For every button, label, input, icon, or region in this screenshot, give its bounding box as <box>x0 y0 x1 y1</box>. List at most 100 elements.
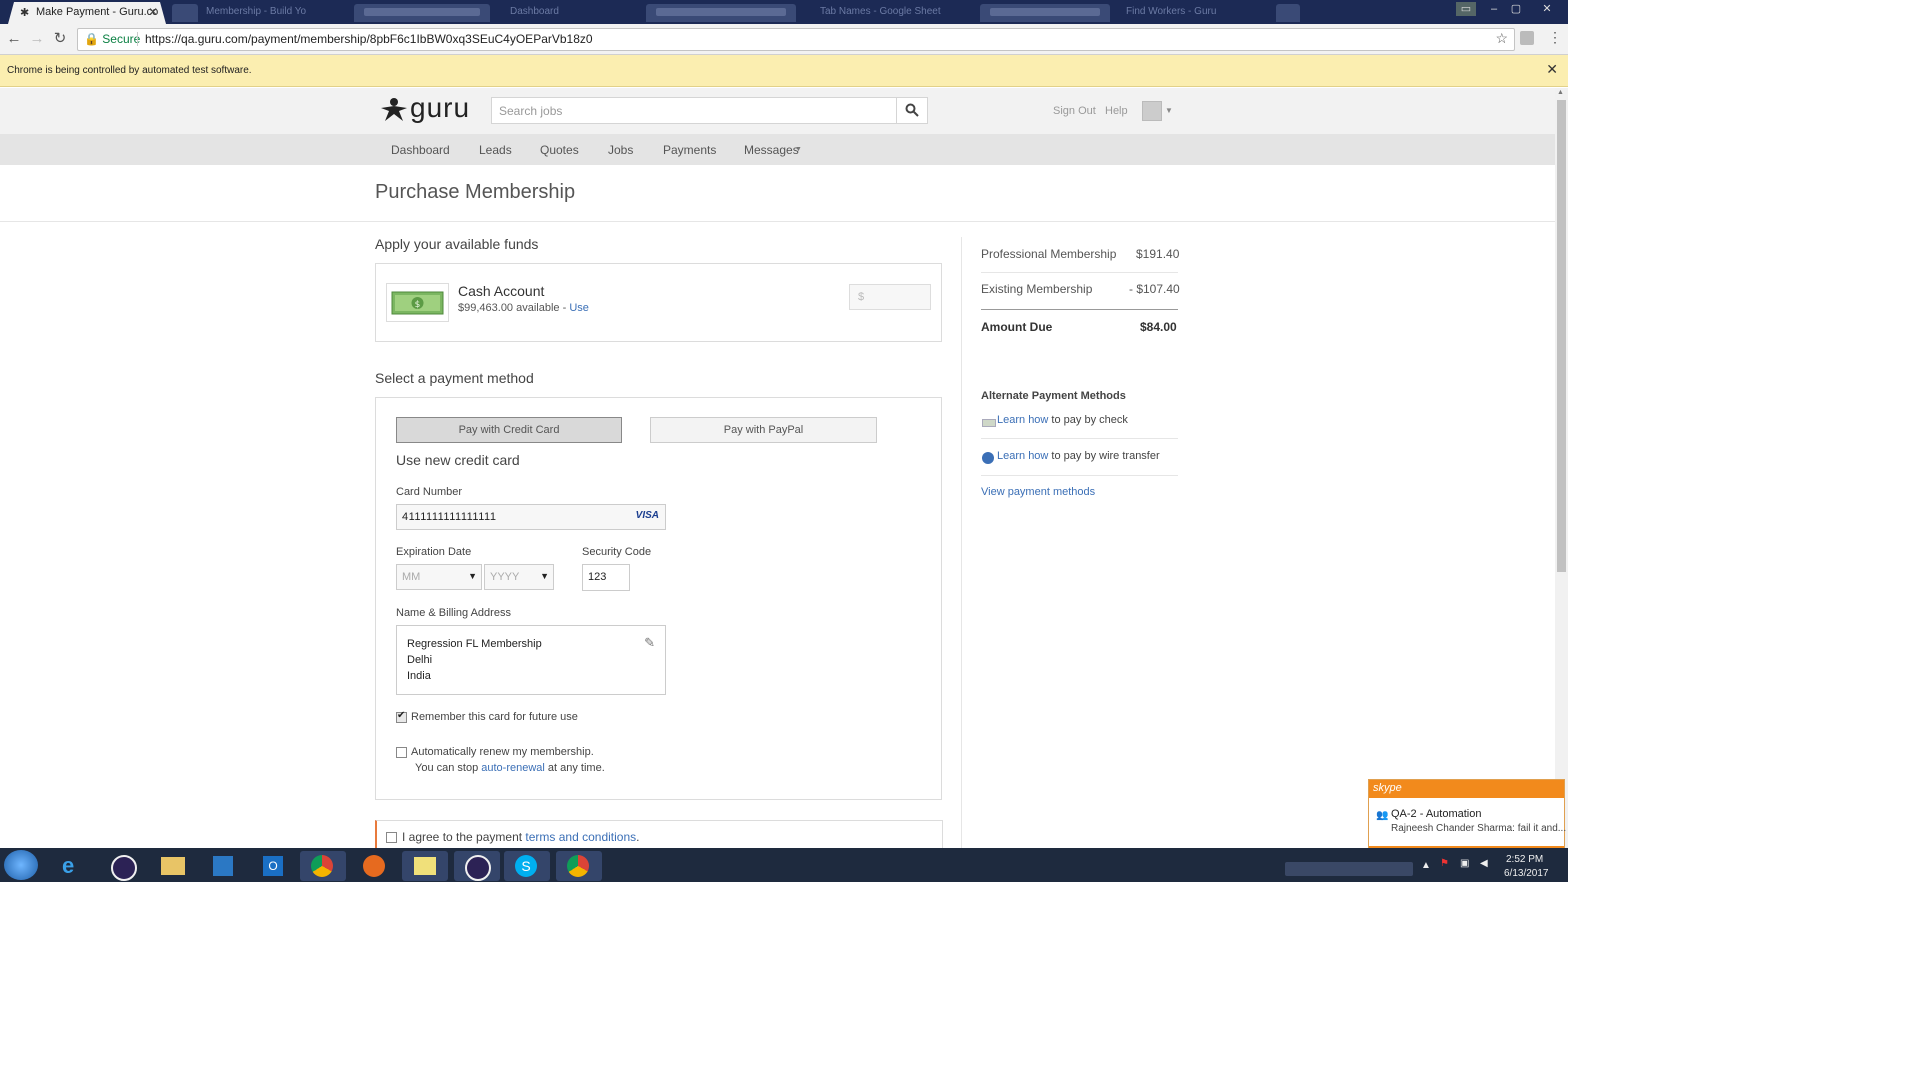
clock-time[interactable]: 2:52 PM <box>1506 854 1543 865</box>
view-payment-methods-link[interactable]: View payment methods <box>981 486 1095 498</box>
existing-membership-credit: - $107.40 <box>1129 282 1180 296</box>
reload-icon[interactable]: ↻ <box>51 30 69 48</box>
tab-background[interactable] <box>354 4 490 22</box>
secure-indicator: 🔒 Secure <box>84 32 140 46</box>
nav-leads[interactable]: Leads <box>479 143 512 157</box>
search-button[interactable] <box>896 98 927 123</box>
tab-background[interactable]: Dashboard <box>510 6 630 18</box>
infobar-close-icon[interactable]: ✕ <box>1546 61 1558 78</box>
chrome-icon[interactable] <box>300 851 346 881</box>
sign-out-link[interactable]: Sign Out <box>1053 105 1096 117</box>
column-divider <box>961 237 962 848</box>
pay-by-check-link[interactable]: Learn how <box>997 414 1048 426</box>
skype-logo: skype <box>1373 782 1402 794</box>
minimize-icon[interactable]: – <box>1484 2 1504 16</box>
clock-date[interactable]: 6/13/2017 <box>1504 868 1549 879</box>
exp-year-select[interactable]: YYYY ▼ <box>484 564 554 590</box>
pay-by-wire-text: to pay by wire transfer <box>1048 450 1160 462</box>
network-icon[interactable]: ▣ <box>1460 858 1469 869</box>
tab-background[interactable] <box>172 4 198 22</box>
media-player-icon[interactable] <box>200 851 246 881</box>
remember-card-label[interactable]: Remember this card for future use <box>411 711 578 723</box>
nav-quotes[interactable]: Quotes <box>540 143 579 157</box>
chrome-window-icon[interactable] <box>556 851 602 881</box>
address-bar[interactable]: 🔒 Secure https://qa.guru.com/payment/mem… <box>77 28 1515 51</box>
terms-label[interactable]: I agree to the payment terms and conditi… <box>402 830 640 844</box>
funds-heading: Apply your available funds <box>375 236 539 252</box>
scroll-up-icon[interactable]: ▲ <box>1557 89 1564 96</box>
url-text[interactable]: https://qa.guru.com/payment/membership/8… <box>145 32 593 46</box>
eclipse-icon[interactable] <box>100 851 146 881</box>
help-link[interactable]: Help <box>1105 105 1128 117</box>
forward-icon[interactable]: → <box>28 30 46 48</box>
pay-credit-card-button[interactable]: Pay with Credit Card <box>396 417 622 443</box>
search-input[interactable]: Search jobs <box>499 104 562 118</box>
back-icon[interactable]: ← <box>5 30 23 48</box>
caret-down-icon[interactable]: ▼ <box>795 146 802 153</box>
auto-renew-checkbox[interactable] <box>396 747 407 758</box>
search-box[interactable]: Search jobs <box>491 97 928 124</box>
tab-background[interactable]: Find Workers - Guru <box>1126 6 1256 18</box>
tab-active[interactable]: ✱ Make Payment - Guru.co ✕ <box>8 2 166 24</box>
skype-notification[interactable]: skype 👥 QA-2 - Automation Rajneesh Chand… <box>1368 779 1566 850</box>
nav-jobs[interactable]: Jobs <box>608 143 633 157</box>
file-explorer-icon[interactable] <box>150 851 196 881</box>
title-divider <box>0 221 1555 222</box>
exp-month-select[interactable]: MM ▼ <box>396 564 482 590</box>
new-tab-button[interactable] <box>1276 4 1300 22</box>
terms-checkbox[interactable] <box>386 832 397 843</box>
guru-logo-icon <box>381 98 407 121</box>
avatar[interactable] <box>1142 101 1162 121</box>
tab-background[interactable] <box>980 4 1110 22</box>
nav-dashboard[interactable]: Dashboard <box>391 143 450 157</box>
auto-renew-note-pre: You can stop <box>415 762 482 774</box>
bookmark-star-icon[interactable]: ☆ <box>1495 30 1508 47</box>
summary-divider <box>981 272 1178 273</box>
amount-due-label: Amount Due <box>981 320 1053 334</box>
tab-close-icon[interactable]: ✕ <box>148 5 158 19</box>
tab-background[interactable] <box>646 4 796 22</box>
money-icon: $ <box>391 291 444 315</box>
alt-divider <box>981 438 1178 439</box>
card-number-input[interactable]: 4111111111111111 VISA <box>396 504 666 530</box>
expiration-label: Expiration Date <box>396 546 472 558</box>
extension-icon[interactable] <box>1520 31 1534 45</box>
automation-infobar: Chrome is being controlled by automated … <box>0 55 1568 87</box>
firefox-icon[interactable] <box>352 851 398 881</box>
internet-explorer-icon[interactable]: e <box>50 851 96 881</box>
summary-divider <box>981 309 1178 310</box>
billing-country: India <box>407 670 431 682</box>
auto-renew-label[interactable]: Automatically renew my membership. <box>411 746 594 758</box>
menu-icon[interactable]: ⋮ <box>1548 29 1562 46</box>
cash-amount-input[interactable]: $ <box>849 284 931 310</box>
remember-card-checkbox[interactable]: ✔ <box>396 710 407 723</box>
auto-renewal-link[interactable]: auto-renewal <box>481 762 545 774</box>
sticky-notes-icon[interactable] <box>402 851 448 881</box>
start-button[interactable] <box>4 850 38 880</box>
eclipse-window-icon[interactable] <box>454 851 500 881</box>
skype-taskbar-icon[interactable]: S <box>504 851 550 881</box>
tray-toolbar <box>1285 862 1413 876</box>
pay-by-wire-link[interactable]: Learn how <box>997 450 1048 462</box>
billing-address-card[interactable]: Regression FL Membership Delhi India ✎ <box>396 625 666 695</box>
security-code-input[interactable]: 123 <box>582 564 630 591</box>
profile-icon[interactable]: ▭ <box>1456 2 1476 16</box>
action-center-icon[interactable]: ⚑ <box>1440 858 1449 869</box>
tray-expand-icon[interactable]: ▲ <box>1421 860 1431 871</box>
scrollbar-thumb[interactable] <box>1557 100 1566 572</box>
pay-paypal-button[interactable]: Pay with PayPal <box>650 417 877 443</box>
security-code-value: 123 <box>588 571 607 583</box>
edit-pencil-icon[interactable]: ✎ <box>644 635 655 651</box>
terms-link[interactable]: terms and conditions <box>525 830 636 844</box>
tab-background[interactable]: Tab Names - Google Sheet <box>820 6 970 18</box>
chevron-down-icon[interactable]: ▼ <box>1165 106 1173 115</box>
use-funds-link[interactable]: Use <box>569 302 589 314</box>
nav-payments[interactable]: Payments <box>663 143 716 157</box>
maximize-icon[interactable]: ▢ <box>1506 2 1526 16</box>
nav-messages[interactable]: Messages <box>744 143 799 157</box>
checkmark-icon: ✔ <box>397 710 406 721</box>
volume-icon[interactable]: ◀ <box>1480 858 1488 869</box>
window-close-icon[interactable]: ✕ <box>1532 2 1562 16</box>
outlook-icon[interactable]: O <box>250 851 296 881</box>
tab-background[interactable]: Membership - Build Yo <box>206 6 346 18</box>
